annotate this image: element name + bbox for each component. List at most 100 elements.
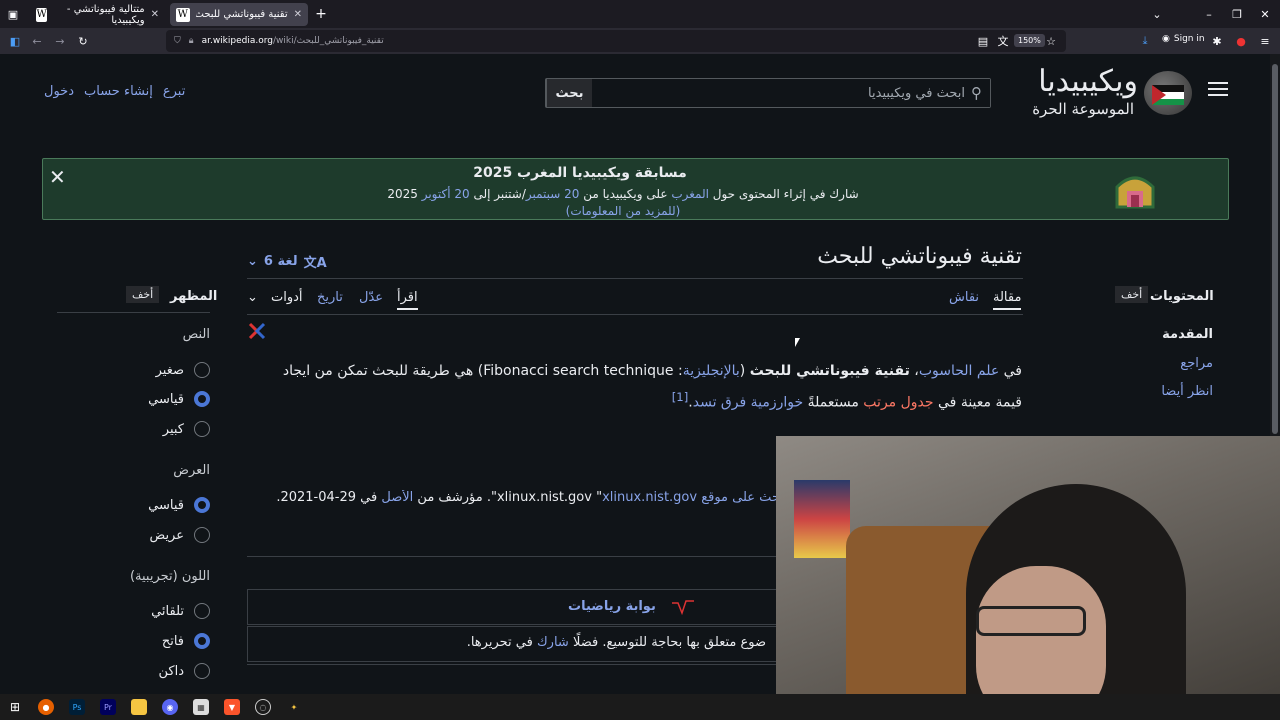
math-portal-link[interactable]: بوابة رياضيات <box>568 599 656 614</box>
english-link[interactable]: بالإنجليزية <box>683 363 740 379</box>
tab-edit[interactable]: عدّل <box>359 290 383 305</box>
more-info-link[interactable]: (للمزيد من المعلومات) <box>43 204 1203 218</box>
math-portal-icon <box>672 600 694 615</box>
ublock-icon[interactable]: ● <box>1234 34 1248 48</box>
maximize-icon[interactable]: ❐ <box>1230 7 1244 21</box>
search-input[interactable]: ⚲ ابحث في ويكيبيديا <box>592 79 990 107</box>
toc-item-references[interactable]: مراجع <box>1113 356 1213 371</box>
back-icon[interactable]: ← <box>30 34 44 48</box>
article-intro: في علم الحاسوب، تقنية فيبوناتشي للبحث (ب… <box>282 363 1022 411</box>
firefox-icon[interactable]: ● <box>38 699 54 715</box>
extensions-icon[interactable]: ✱ <box>1210 34 1224 48</box>
windows-start-icon[interactable]: ⊞ <box>7 699 23 715</box>
reference-marker[interactable]: [1] <box>672 390 689 404</box>
color-light[interactable]: فاتح <box>60 633 210 649</box>
language-button[interactable]: ⌄ 6 لغة 文A <box>247 252 327 271</box>
chevron-down-icon[interactable]: ⌄ <box>247 290 258 305</box>
radio-button[interactable] <box>194 497 210 513</box>
scrollbar-thumb[interactable] <box>1272 64 1278 434</box>
forward-icon[interactable]: → <box>53 34 67 48</box>
toc-item-see-also[interactable]: انظر أيضا <box>1113 384 1213 399</box>
reader-view-icon[interactable]: ▤ <box>976 34 990 48</box>
new-tab-icon[interactable]: + <box>314 6 328 22</box>
original-link[interactable]: الأصل <box>381 490 413 505</box>
wikipedia-wordmark[interactable]: ويكيبيديا <box>1026 64 1138 99</box>
radio-button[interactable] <box>194 663 210 679</box>
close-tab-icon[interactable]: ✕ <box>151 9 159 20</box>
lock-icon[interactable]: 🔒︎ <box>189 36 194 46</box>
photoshop-icon[interactable]: Ps <box>69 699 85 715</box>
radio-button[interactable] <box>194 362 210 378</box>
appearance-hide-button[interactable]: أخف <box>126 286 160 303</box>
tab-fibonacci-search[interactable]: W تقنية فيبوناتشي للبحث - ويكيبيد ✕ <box>170 3 308 26</box>
tab-article[interactable]: مقالة <box>993 290 1022 310</box>
mouse-cursor-icon <box>795 338 800 347</box>
start-date-link[interactable]: 20 سبتمبر <box>526 187 580 201</box>
tab-strip: ▣ W متتالية فيبوناتشي - ويكيبيديا ✕ W تق… <box>0 0 1280 28</box>
ref-link[interactable]: xlinux.nist.gov <box>602 490 697 505</box>
computer-science-link[interactable]: علم الحاسوب <box>919 363 999 379</box>
tab-talk[interactable]: نقاش <box>949 290 979 305</box>
width-wide[interactable]: عريض <box>60 527 210 543</box>
downloads-icon[interactable]: ⤓ <box>1138 34 1152 48</box>
ref-text[interactable]: حث على موقع <box>697 490 780 505</box>
end-date-link[interactable]: 20 أكتوبر <box>422 187 470 201</box>
brave-icon[interactable]: ▼ <box>224 699 240 715</box>
wikipedia-favicon-icon: W <box>176 7 190 22</box>
close-window-icon[interactable]: ✕ <box>1258 7 1272 21</box>
toc-hide-button[interactable]: أخف <box>1115 286 1149 303</box>
menu-icon[interactable]: ≡ <box>1258 34 1272 48</box>
tab-fibonacci-sequence[interactable]: W متتالية فيبوناتشي - ويكيبيديا ✕ <box>30 3 165 26</box>
premiere-icon[interactable]: Pr <box>100 699 116 715</box>
url-bar[interactable]: ⛉ 🔒︎ ar.wikipedia.org/wiki/تقنية_فيبونات… <box>166 30 1066 52</box>
zoom-level[interactable]: 150% <box>1014 34 1045 47</box>
close-tab-icon[interactable]: ✕ <box>294 9 302 20</box>
reload-icon[interactable]: ↻ <box>76 34 90 48</box>
color-auto[interactable]: تلقائي <box>60 603 210 619</box>
main-menu-icon[interactable] <box>1208 82 1228 98</box>
minimize-icon[interactable]: – <box>1202 7 1216 21</box>
text-size-small[interactable]: صغير <box>60 362 210 378</box>
toc-item-intro[interactable]: المقدمة <box>1113 327 1213 342</box>
divider <box>247 314 1023 315</box>
ref-text: ". مؤرشف من <box>413 490 497 505</box>
app-icon[interactable]: ✦ <box>286 699 302 715</box>
calendar-icon[interactable]: ▦ <box>193 699 209 715</box>
translate-icon[interactable]: 文 <box>996 34 1010 48</box>
tab-read[interactable]: اقرأ <box>397 290 418 310</box>
text-size-large[interactable]: كبير <box>60 421 210 437</box>
tab-list-icon[interactable]: ▣ <box>6 7 20 21</box>
create-account-link[interactable]: إنشاء حساب <box>84 84 153 99</box>
search-button[interactable]: بحث <box>546 79 592 107</box>
discord-icon[interactable]: ◉ <box>162 699 178 715</box>
donate-link[interactable]: تبرع <box>163 84 185 99</box>
wikidata-icon[interactable] <box>248 322 266 340</box>
tab-history[interactable]: تاريخ <box>317 290 343 305</box>
bookmark-star-icon[interactable]: ☆ <box>1044 34 1058 48</box>
color-dark[interactable]: داكن <box>60 663 210 679</box>
obs-icon[interactable]: ◌ <box>255 699 271 715</box>
option-label: فاتح <box>161 633 184 649</box>
text-size-standard[interactable]: قياسي <box>60 391 210 407</box>
morocco-link[interactable]: المغرب <box>671 187 709 201</box>
sorted-array-redlink[interactable]: جدول مرتب <box>863 395 933 411</box>
wikipedia-logo[interactable] <box>1144 71 1192 115</box>
sidebar-icon[interactable]: ◧ <box>8 34 22 48</box>
width-standard[interactable]: قياسي <box>60 497 210 513</box>
sign-in-button[interactable]: ◉ Sign in <box>1162 34 1205 44</box>
width-label: العرض <box>173 463 210 478</box>
search-icon: ⚲ <box>971 84 982 102</box>
radio-button[interactable] <box>194 603 210 619</box>
chevron-down-icon[interactable]: ⌄ <box>1150 7 1164 21</box>
shield-icon[interactable]: ⛉ <box>174 36 181 46</box>
banner-text-part: على ويكيبيديا من <box>579 187 672 201</box>
divide-conquer-link[interactable]: خوارزمية فرق تسد <box>693 395 803 411</box>
contribute-link[interactable]: شارك <box>537 635 569 650</box>
radio-button[interactable] <box>194 633 210 649</box>
radio-button[interactable] <box>194 391 210 407</box>
tab-tools[interactable]: أدوات <box>271 290 303 305</box>
login-link[interactable]: دخول <box>44 84 74 99</box>
radio-button[interactable] <box>194 421 210 437</box>
file-explorer-icon[interactable] <box>131 699 147 715</box>
radio-button[interactable] <box>194 527 210 543</box>
